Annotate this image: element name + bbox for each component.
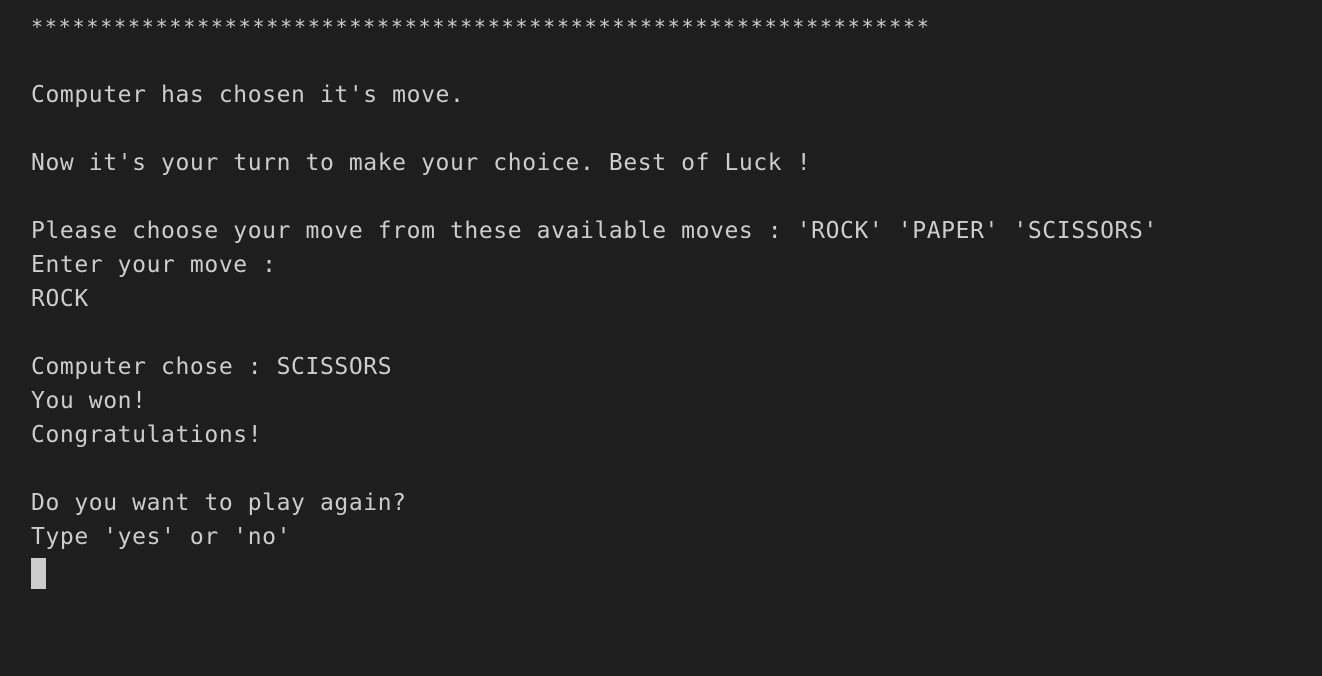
computer-status-line: Computer has chosen it's move. <box>31 82 465 108</box>
banner-line: ****************************************… <box>31 15 931 39</box>
input-line[interactable] <box>31 554 1322 589</box>
turn-prompt-line: Now it's your turn to make your choice. … <box>31 150 812 176</box>
play-again-line: Do you want to play again? <box>31 490 407 516</box>
terminal-window[interactable]: ****************************************… <box>0 0 1322 676</box>
moves-prompt-line: Please choose your move from these avail… <box>31 218 1158 244</box>
user-input-line: ROCK <box>31 286 89 312</box>
result-line: You won! <box>31 388 147 414</box>
text-cursor <box>31 558 46 589</box>
yes-no-prompt-line: Type 'yes' or 'no' <box>31 524 292 550</box>
computer-choice-line: Computer chose : SCISSORS <box>31 354 393 380</box>
enter-move-line: Enter your move : <box>31 252 277 278</box>
congrats-line: Congratulations! <box>31 422 263 448</box>
